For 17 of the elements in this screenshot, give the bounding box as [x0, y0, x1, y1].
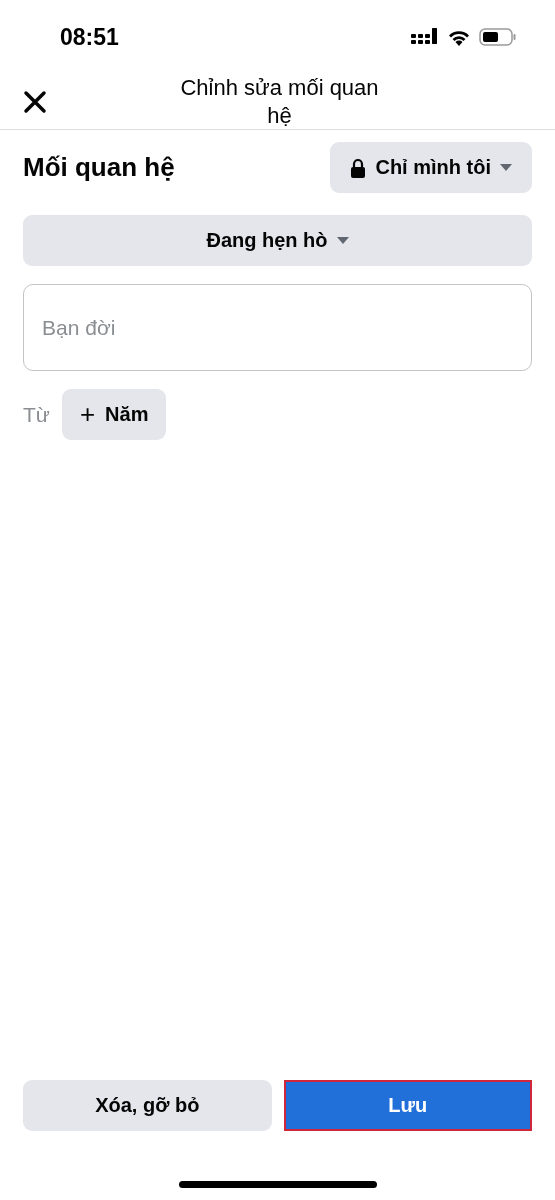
status-time: 08:51	[60, 23, 119, 51]
caret-icon	[336, 237, 349, 244]
lock-icon	[350, 157, 367, 178]
year-button[interactable]: + Năm	[61, 389, 167, 440]
from-label: Từ	[23, 402, 50, 427]
signal-icon	[411, 28, 439, 46]
privacy-button[interactable]: Chỉ mình tôi	[330, 142, 532, 193]
battery-icon	[479, 28, 517, 46]
relationship-dropdown[interactable]: Đang hẹn hò	[23, 215, 532, 266]
page-title: Chỉnh sửa mối quan hệ	[179, 73, 380, 130]
wifi-icon	[447, 28, 471, 46]
partner-input-field[interactable]: Bạn đời	[23, 284, 532, 371]
remove-button[interactable]: Xóa, gỡ bỏ	[23, 1080, 272, 1131]
save-button[interactable]: Lưu	[283, 1080, 532, 1131]
close-button[interactable]	[22, 88, 48, 115]
section-title: Mối quan hệ	[23, 152, 175, 183]
caret-icon	[500, 164, 512, 171]
